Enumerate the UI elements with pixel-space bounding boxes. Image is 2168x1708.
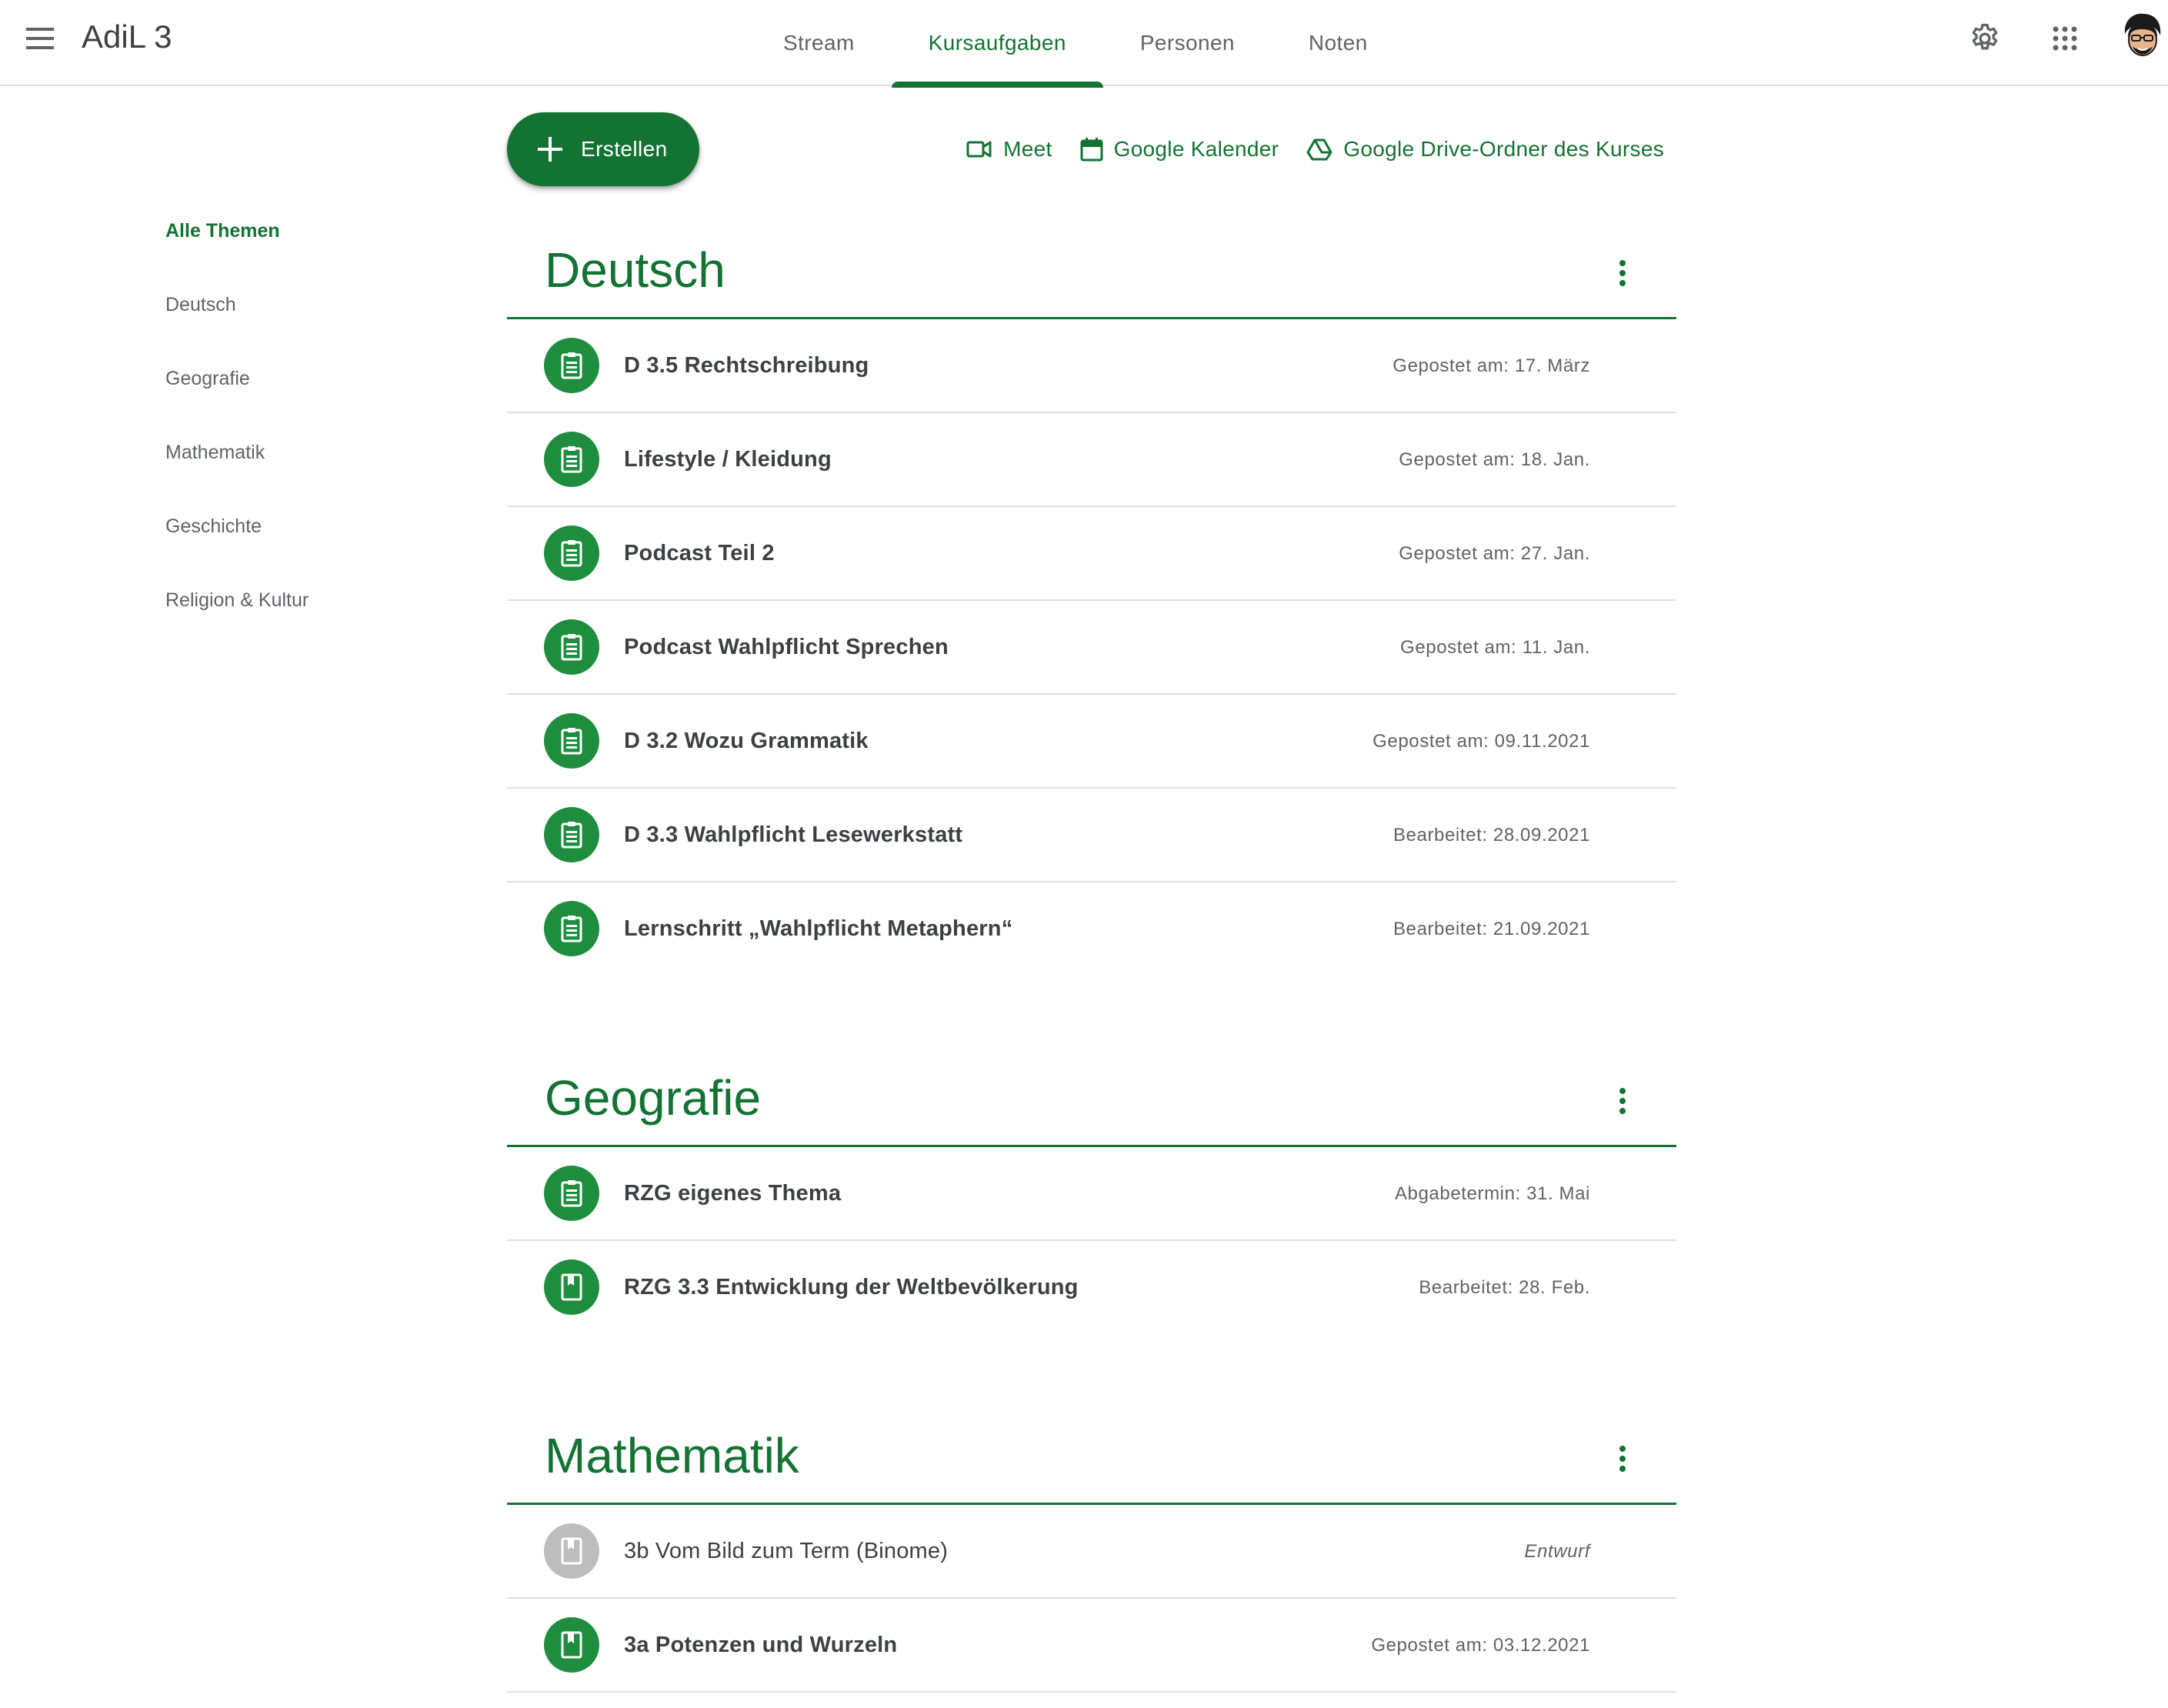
more-vert-icon[interactable]	[1599, 250, 1646, 296]
list-item[interactable]: Lifestyle / Kleidung Gepostet am: 18. Ja…	[507, 413, 1676, 507]
item-title: D 3.5 Rechtschreibung	[624, 353, 869, 378]
menu-icon[interactable]	[17, 15, 63, 62]
topic-section-mathematik: Mathematik 3b Vom Bild zum Term (Binome)…	[507, 1422, 1676, 1693]
apps-grid-icon[interactable]	[2040, 14, 2090, 63]
meet-link[interactable]: Meet	[966, 137, 1052, 162]
item-date: Bearbeitet: 28. Feb.	[1419, 1277, 1590, 1298]
plus-icon	[538, 137, 562, 162]
classroom-page: AdiL 3 Stream Kursaufgaben Personen Note…	[0, 0, 2168, 1708]
tab-stream[interactable]: Stream	[746, 0, 892, 86]
assignment-icon	[544, 338, 599, 393]
topic-title[interactable]: Deutsch	[545, 239, 725, 301]
item-date: Gepostet am: 03.12.2021	[1371, 1635, 1590, 1656]
create-button[interactable]: Erstellen	[507, 112, 699, 186]
course-tabs: Stream Kursaufgaben Personen Noten	[746, 0, 1405, 88]
material-icon	[544, 1523, 599, 1579]
sidebar-item-alle-themen[interactable]: Alle Themen	[165, 208, 309, 282]
material-icon	[544, 1259, 599, 1315]
tab-noten[interactable]: Noten	[1272, 0, 1405, 86]
assignment-icon	[544, 525, 599, 581]
assignment-icon	[544, 901, 599, 956]
sidebar-item-mathematik[interactable]: Mathematik	[165, 429, 309, 503]
settings-gear-icon[interactable]	[1960, 14, 2010, 63]
calendar-link[interactable]: Google Kalender	[1080, 137, 1279, 162]
list-item[interactable]: RZG eigenes Thema Abgabetermin: 31. Mai	[507, 1147, 1676, 1241]
drive-folder-link-label: Google Drive-Ordner des Kurses	[1343, 137, 1664, 161]
item-title: Podcast Wahlpflicht Sprechen	[624, 635, 949, 659]
top-app-bar: AdiL 3 Stream Kursaufgaben Personen Note…	[0, 0, 2168, 88]
list-item[interactable]: Lernschritt „Wahlpflicht Metaphern“ Bear…	[507, 882, 1676, 976]
item-title: Lifestyle / Kleidung	[624, 447, 832, 472]
tab-kursaufgaben[interactable]: Kursaufgaben	[891, 0, 1104, 88]
topics-sidebar: Alle Themen Deutsch Geografie Mathematik…	[165, 208, 309, 651]
item-title: Podcast Teil 2	[624, 541, 775, 565]
topic-section-deutsch: Deutsch D 3.5 Rechtschreibung Gepostet a…	[507, 236, 1676, 976]
course-title[interactable]: AdiL 3	[82, 17, 172, 57]
item-title: RZG eigenes Thema	[624, 1181, 842, 1206]
list-item[interactable]: Podcast Teil 2 Gepostet am: 27. Jan.	[507, 507, 1676, 601]
tab-personen[interactable]: Personen	[1103, 0, 1272, 86]
list-item[interactable]: D 3.2 Wozu Grammatik Gepostet am: 09.11.…	[507, 695, 1676, 789]
material-icon	[544, 1617, 599, 1673]
assignment-icon	[544, 807, 599, 862]
calendar-link-label: Google Kalender	[1113, 137, 1279, 161]
avatar[interactable]	[2117, 11, 2166, 60]
item-date: Gepostet am: 11. Jan.	[1400, 637, 1590, 658]
drive-folder-link[interactable]: Google Drive-Ordner des Kurses	[1306, 137, 1664, 162]
drive-icon	[1306, 138, 1332, 161]
list-item[interactable]: 3a Potenzen und Wurzeln Gepostet am: 03.…	[507, 1599, 1676, 1693]
topic-header: Mathematik	[507, 1422, 1676, 1505]
list-item[interactable]: 3b Vom Bild zum Term (Binome) Entwurf	[507, 1505, 1676, 1599]
video-camera-icon	[966, 141, 992, 158]
sidebar-item-geschichte[interactable]: Geschichte	[165, 503, 309, 577]
quick-links: Meet Google Kalender Google Drive-Ordner…	[939, 128, 1664, 171]
item-date: Gepostet am: 27. Jan.	[1399, 543, 1590, 564]
topic-header: Geografie	[507, 1064, 1676, 1147]
item-title: 3a Potenzen und Wurzeln	[624, 1633, 898, 1657]
calendar-icon	[1080, 138, 1103, 162]
item-date: Gepostet am: 17. März	[1393, 355, 1590, 376]
list-item[interactable]: D 3.5 Rechtschreibung Gepostet am: 17. M…	[507, 319, 1676, 413]
item-date: Abgabetermin: 31. Mai	[1394, 1183, 1590, 1204]
assignment-icon	[544, 432, 599, 487]
list-item[interactable]: Podcast Wahlpflicht Sprechen Gepostet am…	[507, 601, 1676, 695]
assignment-icon	[544, 619, 599, 675]
list-item[interactable]: RZG 3.3 Entwicklung der Weltbevölkerung …	[507, 1241, 1676, 1335]
sidebar-item-geografie[interactable]: Geografie	[165, 355, 309, 429]
item-title: D 3.2 Wozu Grammatik	[624, 729, 869, 753]
topic-header: Deutsch	[507, 236, 1676, 319]
meet-link-label: Meet	[1003, 137, 1052, 161]
item-date: Bearbeitet: 28.09.2021	[1393, 825, 1590, 846]
item-date: Gepostet am: 09.11.2021	[1373, 731, 1590, 752]
item-date: Bearbeitet: 21.09.2021	[1393, 919, 1590, 939]
item-date: Gepostet am: 18. Jan.	[1399, 449, 1590, 470]
assignment-icon	[544, 1166, 599, 1221]
topic-title[interactable]: Geografie	[545, 1067, 761, 1129]
item-title: Lernschritt „Wahlpflicht Metaphern“	[624, 916, 1013, 941]
more-vert-icon[interactable]	[1599, 1436, 1646, 1482]
draft-label: Entwurf	[1524, 1541, 1590, 1562]
sidebar-item-religion-kultur[interactable]: Religion & Kultur	[165, 577, 309, 651]
topic-section-geografie: Geografie RZG eigenes Thema Abgabetermin…	[507, 1064, 1676, 1335]
list-item[interactable]: D 3.3 Wahlpflicht Lesewerkstatt Bearbeit…	[507, 789, 1676, 882]
sidebar-item-deutsch[interactable]: Deutsch	[165, 282, 309, 355]
more-vert-icon[interactable]	[1599, 1078, 1646, 1124]
item-title: D 3.3 Wahlpflicht Lesewerkstatt	[624, 822, 963, 847]
assignment-icon	[544, 713, 599, 769]
topic-title[interactable]: Mathematik	[545, 1425, 799, 1486]
item-title: 3b Vom Bild zum Term (Binome)	[624, 1539, 949, 1563]
item-title: RZG 3.3 Entwicklung der Weltbevölkerung	[624, 1275, 1079, 1299]
create-button-label: Erstellen	[581, 137, 668, 161]
